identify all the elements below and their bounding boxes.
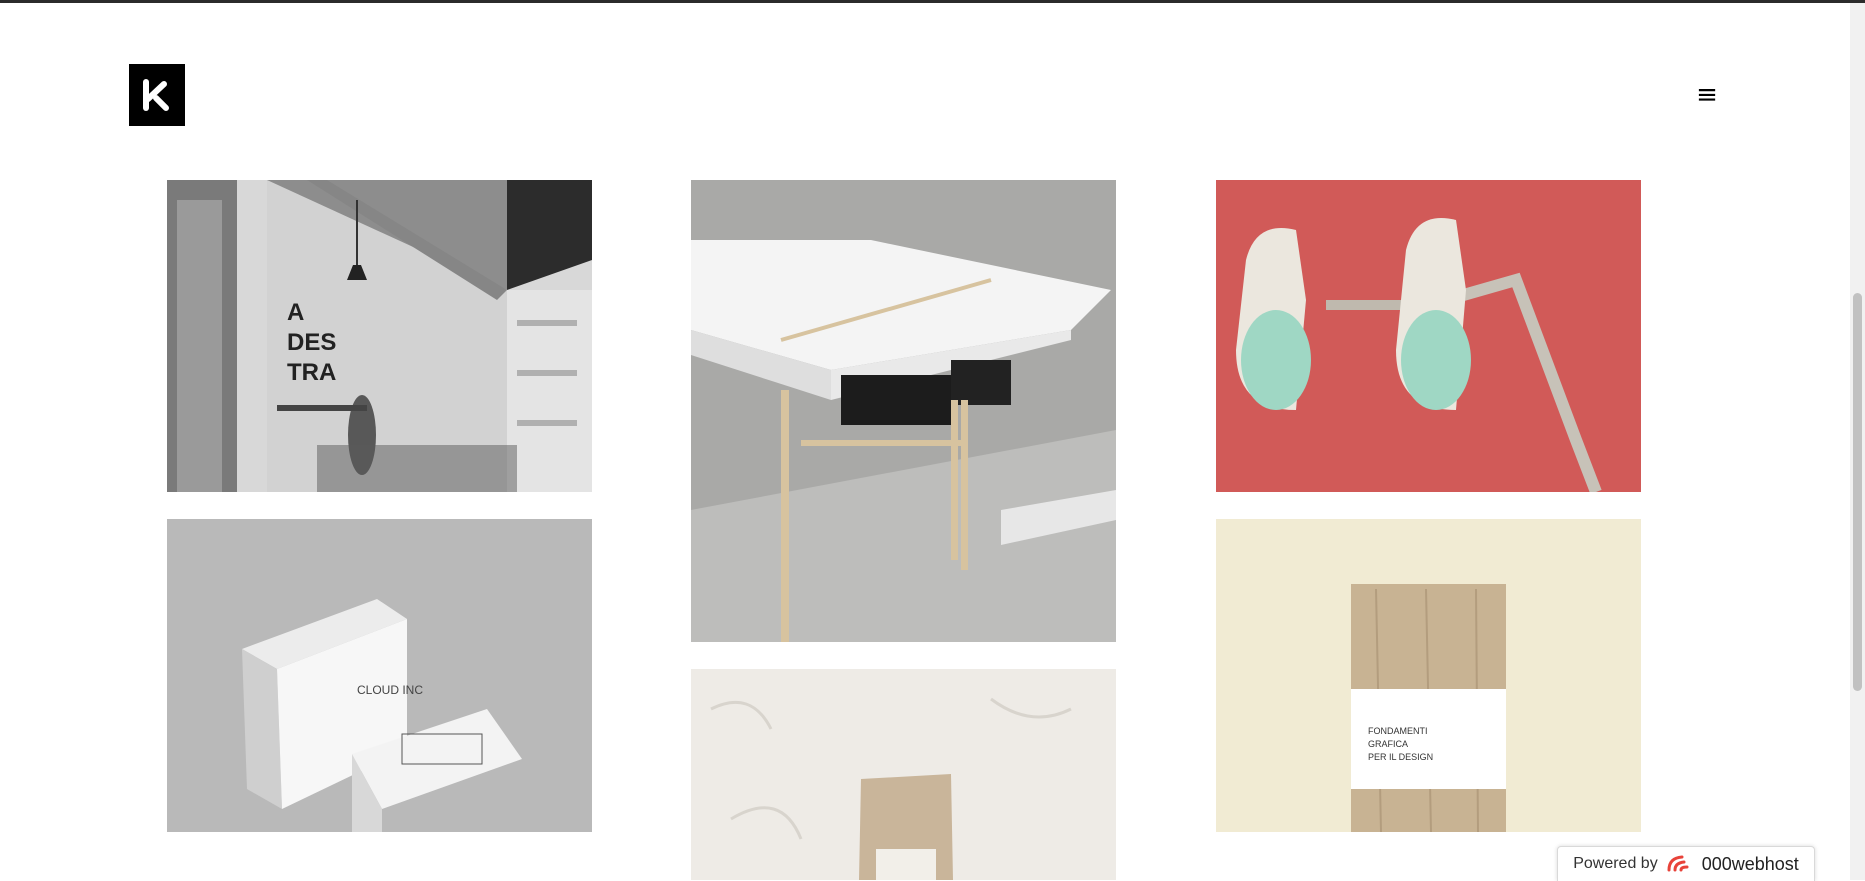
k-monogram-icon (143, 79, 169, 111)
scroll-thumb[interactable] (1853, 293, 1862, 691)
portfolio-item-paper-bag[interactable] (691, 669, 1116, 880)
studio-sign-line-2: DES (287, 329, 336, 356)
studio-interior-image: A DES TRA (167, 180, 592, 492)
portfolio-item-book[interactable]: FONDAMENTI GRAFICA PER IL DESIGN (1216, 519, 1641, 832)
desk-image (691, 180, 1116, 642)
studio-sign-line-1: A (287, 299, 304, 326)
book-label-line-1: FONDAMENTI (1368, 726, 1428, 736)
business-cards-image: CLOUD INC (167, 519, 592, 832)
portfolio-item-business-cards[interactable]: CLOUD INC (167, 519, 592, 832)
lamps-image (1216, 180, 1641, 492)
powered-by-badge[interactable]: Powered by 000webhost (1557, 846, 1815, 881)
hamburger-menu-icon[interactable]: ≡ (1692, 80, 1722, 110)
portfolio-item-studio[interactable]: A DES TRA (167, 180, 592, 492)
brand-name: 000webhost (1701, 853, 1799, 874)
000webhost-logo-icon (1667, 855, 1689, 872)
business-card-text: CLOUD INC (357, 683, 423, 697)
studio-sign-line-3: TRA (287, 359, 336, 386)
scrollbar[interactable] (1850, 3, 1865, 880)
paper-bag-image (691, 669, 1116, 880)
browser-top-edge (0, 0, 1865, 3)
book-label-line-3: PER IL DESIGN (1368, 752, 1433, 762)
site-logo[interactable] (129, 64, 185, 126)
book-label-line-2: GRAFICA (1368, 739, 1408, 749)
book-image: FONDAMENTI GRAFICA PER IL DESIGN (1216, 519, 1641, 832)
portfolio-item-desk[interactable] (691, 180, 1116, 642)
portfolio-item-lamps[interactable] (1216, 180, 1641, 492)
powered-by-label: Powered by (1573, 855, 1658, 872)
